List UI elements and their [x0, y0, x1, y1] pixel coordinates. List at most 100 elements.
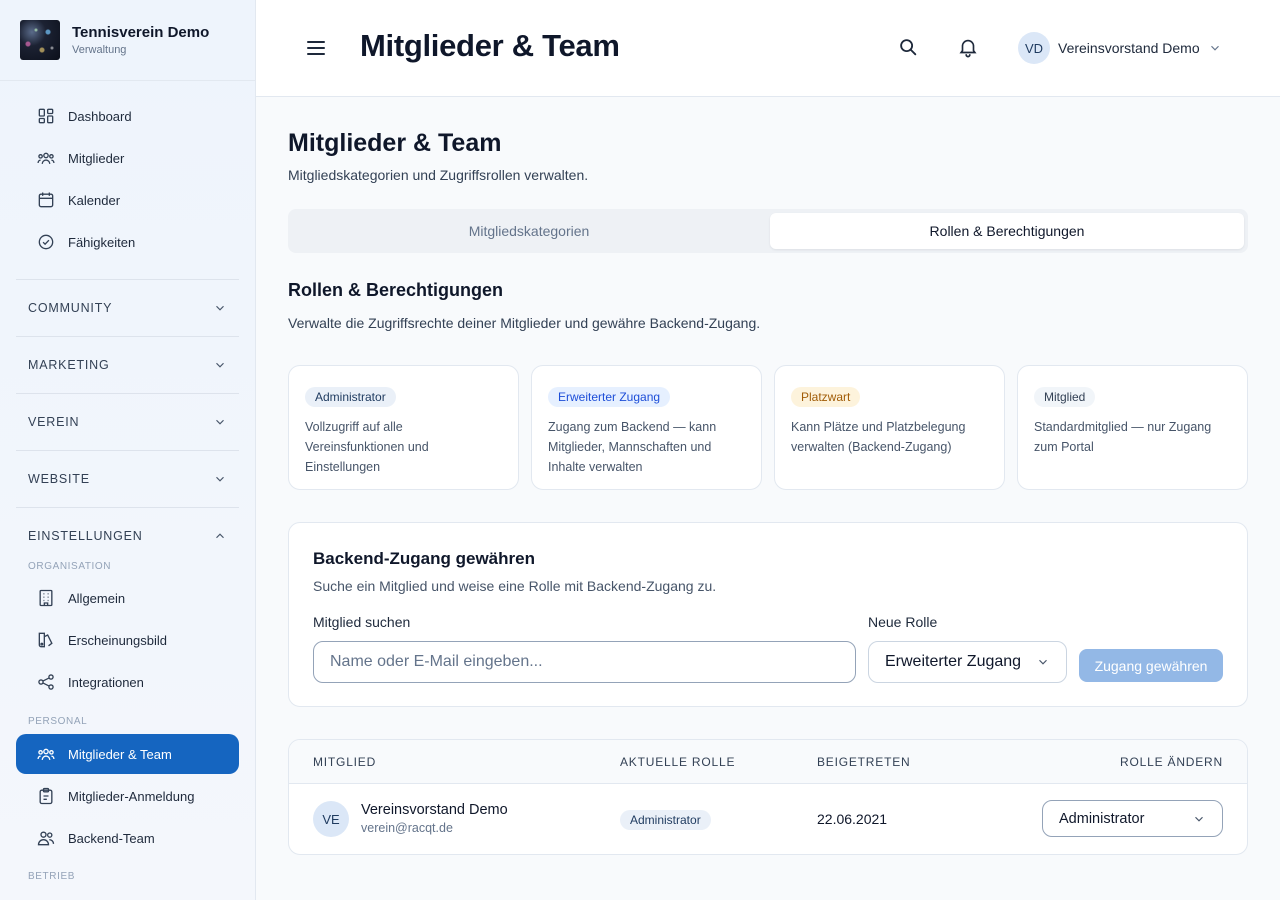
bell-icon[interactable] — [957, 36, 979, 58]
users-icon — [37, 152, 55, 164]
dashboard-icon — [38, 108, 54, 124]
sidebar-item-allgemein[interactable]: Allgemein — [16, 578, 239, 618]
sidebar-item-mitglieder-team[interactable]: Mitglieder & Team — [16, 734, 239, 774]
sidebar-item-dashboard[interactable]: Dashboard — [16, 96, 239, 136]
sidebar-subheading-betrieb: BETRIEB — [28, 871, 75, 882]
brand[interactable]: Tennisverein Demo Verwaltung — [0, 0, 255, 81]
sidebar-group-website[interactable]: WEBSITE — [16, 464, 239, 494]
sidebar-item-integrationen[interactable]: Integrationen — [16, 662, 239, 702]
role-card-erweiterter-zugang: Erweiterter Zugang Zugang zum Backend — … — [531, 365, 762, 490]
column-header-mitglied: MITGLIED — [313, 755, 377, 769]
column-header-beigetreten: BEIGETRETEN — [817, 755, 911, 769]
check-circle-icon — [38, 234, 54, 250]
role-badge: Mitglied — [1034, 387, 1096, 407]
members-table: MITGLIED AKTUELLE ROLLE BEIGETRETEN ROLL… — [288, 739, 1248, 855]
avatar: VD — [1018, 32, 1050, 64]
chevron-up-icon — [216, 533, 224, 539]
avatar: VE — [313, 801, 349, 837]
sidebar-item-faehigkeiten[interactable]: Fähigkeiten — [16, 222, 239, 262]
sidebar-item-label: Kalender — [68, 192, 121, 208]
joined-date: 22.06.2021 — [817, 811, 888, 827]
sidebar-item-label: Mitglieder & Team — [68, 746, 172, 762]
table-header: MITGLIED AKTUELLE ROLLE BEIGETRETEN ROLL… — [289, 740, 1247, 784]
user-name: Vereinsvorstand Demo — [1058, 40, 1200, 56]
sidebar-item-mitglieder[interactable]: Mitglieder — [16, 138, 239, 178]
access-card-title: Backend-Zugang gewähren — [313, 549, 535, 568]
divider — [16, 279, 239, 280]
sidebar-item-label: Erscheinungsbild — [68, 632, 168, 648]
role-description: Kann Plätze und Platzbelegung verwalten … — [791, 420, 966, 454]
sidebar-subheading-personal: PERSONAL — [28, 716, 88, 727]
column-header-aktuelle-rolle: AKTUELLE ROLLE — [620, 755, 736, 769]
sidebar-item-label: Mitglieder-Anmeldung — [68, 788, 195, 804]
sidebar-group-marketing[interactable]: MARKETING — [16, 350, 239, 380]
table-row: VE Vereinsvorstand Demo verein@racqt.de … — [289, 784, 1247, 854]
section-title: Rollen & Berechtigungen — [288, 280, 504, 300]
sidebar-group-einstellungen[interactable]: EINSTELLUNGEN — [16, 521, 239, 551]
chevron-down-icon — [1195, 816, 1203, 822]
sidebar-item-erscheinungsbild[interactable]: Erscheinungsbild — [16, 620, 239, 660]
sidebar-subheading-organisation: ORGANISATION — [28, 561, 112, 572]
sidebar-item-kalender[interactable]: Kalender — [16, 180, 239, 220]
palette-icon — [38, 632, 53, 648]
user-menu[interactable]: VD Vereinsvorstand Demo — [1018, 32, 1222, 64]
sidebar-item-label: Mitglieder — [68, 150, 125, 166]
backend-access-card: Backend-Zugang gewähren Suche ein Mitgli… — [288, 522, 1248, 707]
sidebar-item-label: Backend-Team — [68, 830, 155, 846]
sidebar-item-label: Fähigkeiten — [68, 234, 136, 250]
clipboard-icon — [39, 787, 53, 805]
change-role-value: Administrator — [1059, 810, 1145, 827]
chevron-down-icon — [216, 362, 224, 368]
sidebar-item-mitglieder-anmeldung[interactable]: Mitglieder-Anmeldung — [16, 776, 239, 816]
page-title: Mitglieder & Team — [288, 129, 502, 157]
role-card-mitglied: Mitglied Standardmitglied — nur Zugang z… — [1017, 365, 1248, 490]
tab-bar: Mitgliedskategorien Rollen & Berechtigun… — [288, 209, 1248, 253]
chevron-down-icon — [216, 419, 224, 425]
current-role-badge: Administrator — [620, 810, 711, 830]
sidebar-group-verein[interactable]: VEREIN — [16, 407, 239, 437]
tab-mitgliedskategorien[interactable]: Mitgliedskategorien — [292, 213, 766, 249]
divider — [16, 450, 239, 451]
new-role-select[interactable]: Erweiterter Zugang — [868, 641, 1067, 683]
header-title: Mitglieder & Team — [360, 28, 620, 63]
sidebar-item-label: Integrationen — [68, 674, 144, 690]
chevron-down-icon — [1039, 659, 1047, 665]
new-role-value: Erweiterter Zugang — [885, 653, 1022, 670]
users-icon — [37, 748, 55, 760]
divider — [16, 507, 239, 508]
hamburger-menu-icon[interactable] — [304, 36, 328, 60]
tab-rollen-berechtigungen[interactable]: Rollen & Berechtigungen — [770, 213, 1244, 249]
team-icon — [37, 831, 55, 846]
grant-access-button[interactable]: Zugang gewähren — [1079, 649, 1223, 682]
role-description: Vollzugriff auf alle Vereinsfunktionen u… — [305, 420, 429, 474]
top-header: Mitglieder & Team VD Vereinsvorstand Dem… — [256, 0, 1280, 97]
search-icon[interactable] — [897, 36, 919, 58]
building-icon — [39, 589, 53, 607]
member-email: verein@racqt.de — [361, 821, 453, 835]
chevron-down-icon — [216, 476, 224, 482]
role-description: Zugang zum Backend — kann Mitglieder, Ma… — [548, 420, 717, 474]
change-role-select[interactable]: Administrator — [1042, 800, 1223, 837]
sidebar-item-label: Dashboard — [68, 108, 132, 124]
member-search-input[interactable] — [313, 641, 856, 683]
role-description: Standardmitglied — nur Zugang zum Portal — [1034, 420, 1212, 454]
sidebar-group-community[interactable]: COMMUNITY — [16, 293, 239, 323]
role-card-platzwart: Platzwart Kann Plätze und Platzbelegung … — [774, 365, 1005, 490]
sidebar-item-backend-team[interactable]: Backend-Team — [16, 818, 239, 858]
calendar-icon — [38, 192, 54, 208]
divider — [16, 336, 239, 337]
member-name: Vereinsvorstand Demo — [361, 802, 508, 818]
role-label: Neue Rolle — [868, 614, 938, 630]
role-badge: Platzwart — [791, 387, 861, 407]
share-icon — [38, 674, 54, 690]
chevron-down-icon — [216, 305, 224, 311]
column-header-rolle-aendern: ROLLE ÄNDERN — [1120, 755, 1223, 769]
brand-subtitle: Verwaltung — [72, 44, 127, 56]
club-logo — [20, 20, 60, 60]
role-badge: Administrator — [305, 387, 396, 407]
page-subtitle: Mitgliedskategorien und Zugriffsrollen v… — [288, 167, 589, 183]
search-label: Mitglied suchen — [313, 614, 411, 630]
access-card-subtitle: Suche ein Mitglied und weise eine Rolle … — [313, 578, 717, 594]
section-subtitle: Verwalte die Zugriffsrechte deiner Mitgl… — [288, 315, 761, 331]
chevron-down-icon — [1210, 45, 1219, 51]
